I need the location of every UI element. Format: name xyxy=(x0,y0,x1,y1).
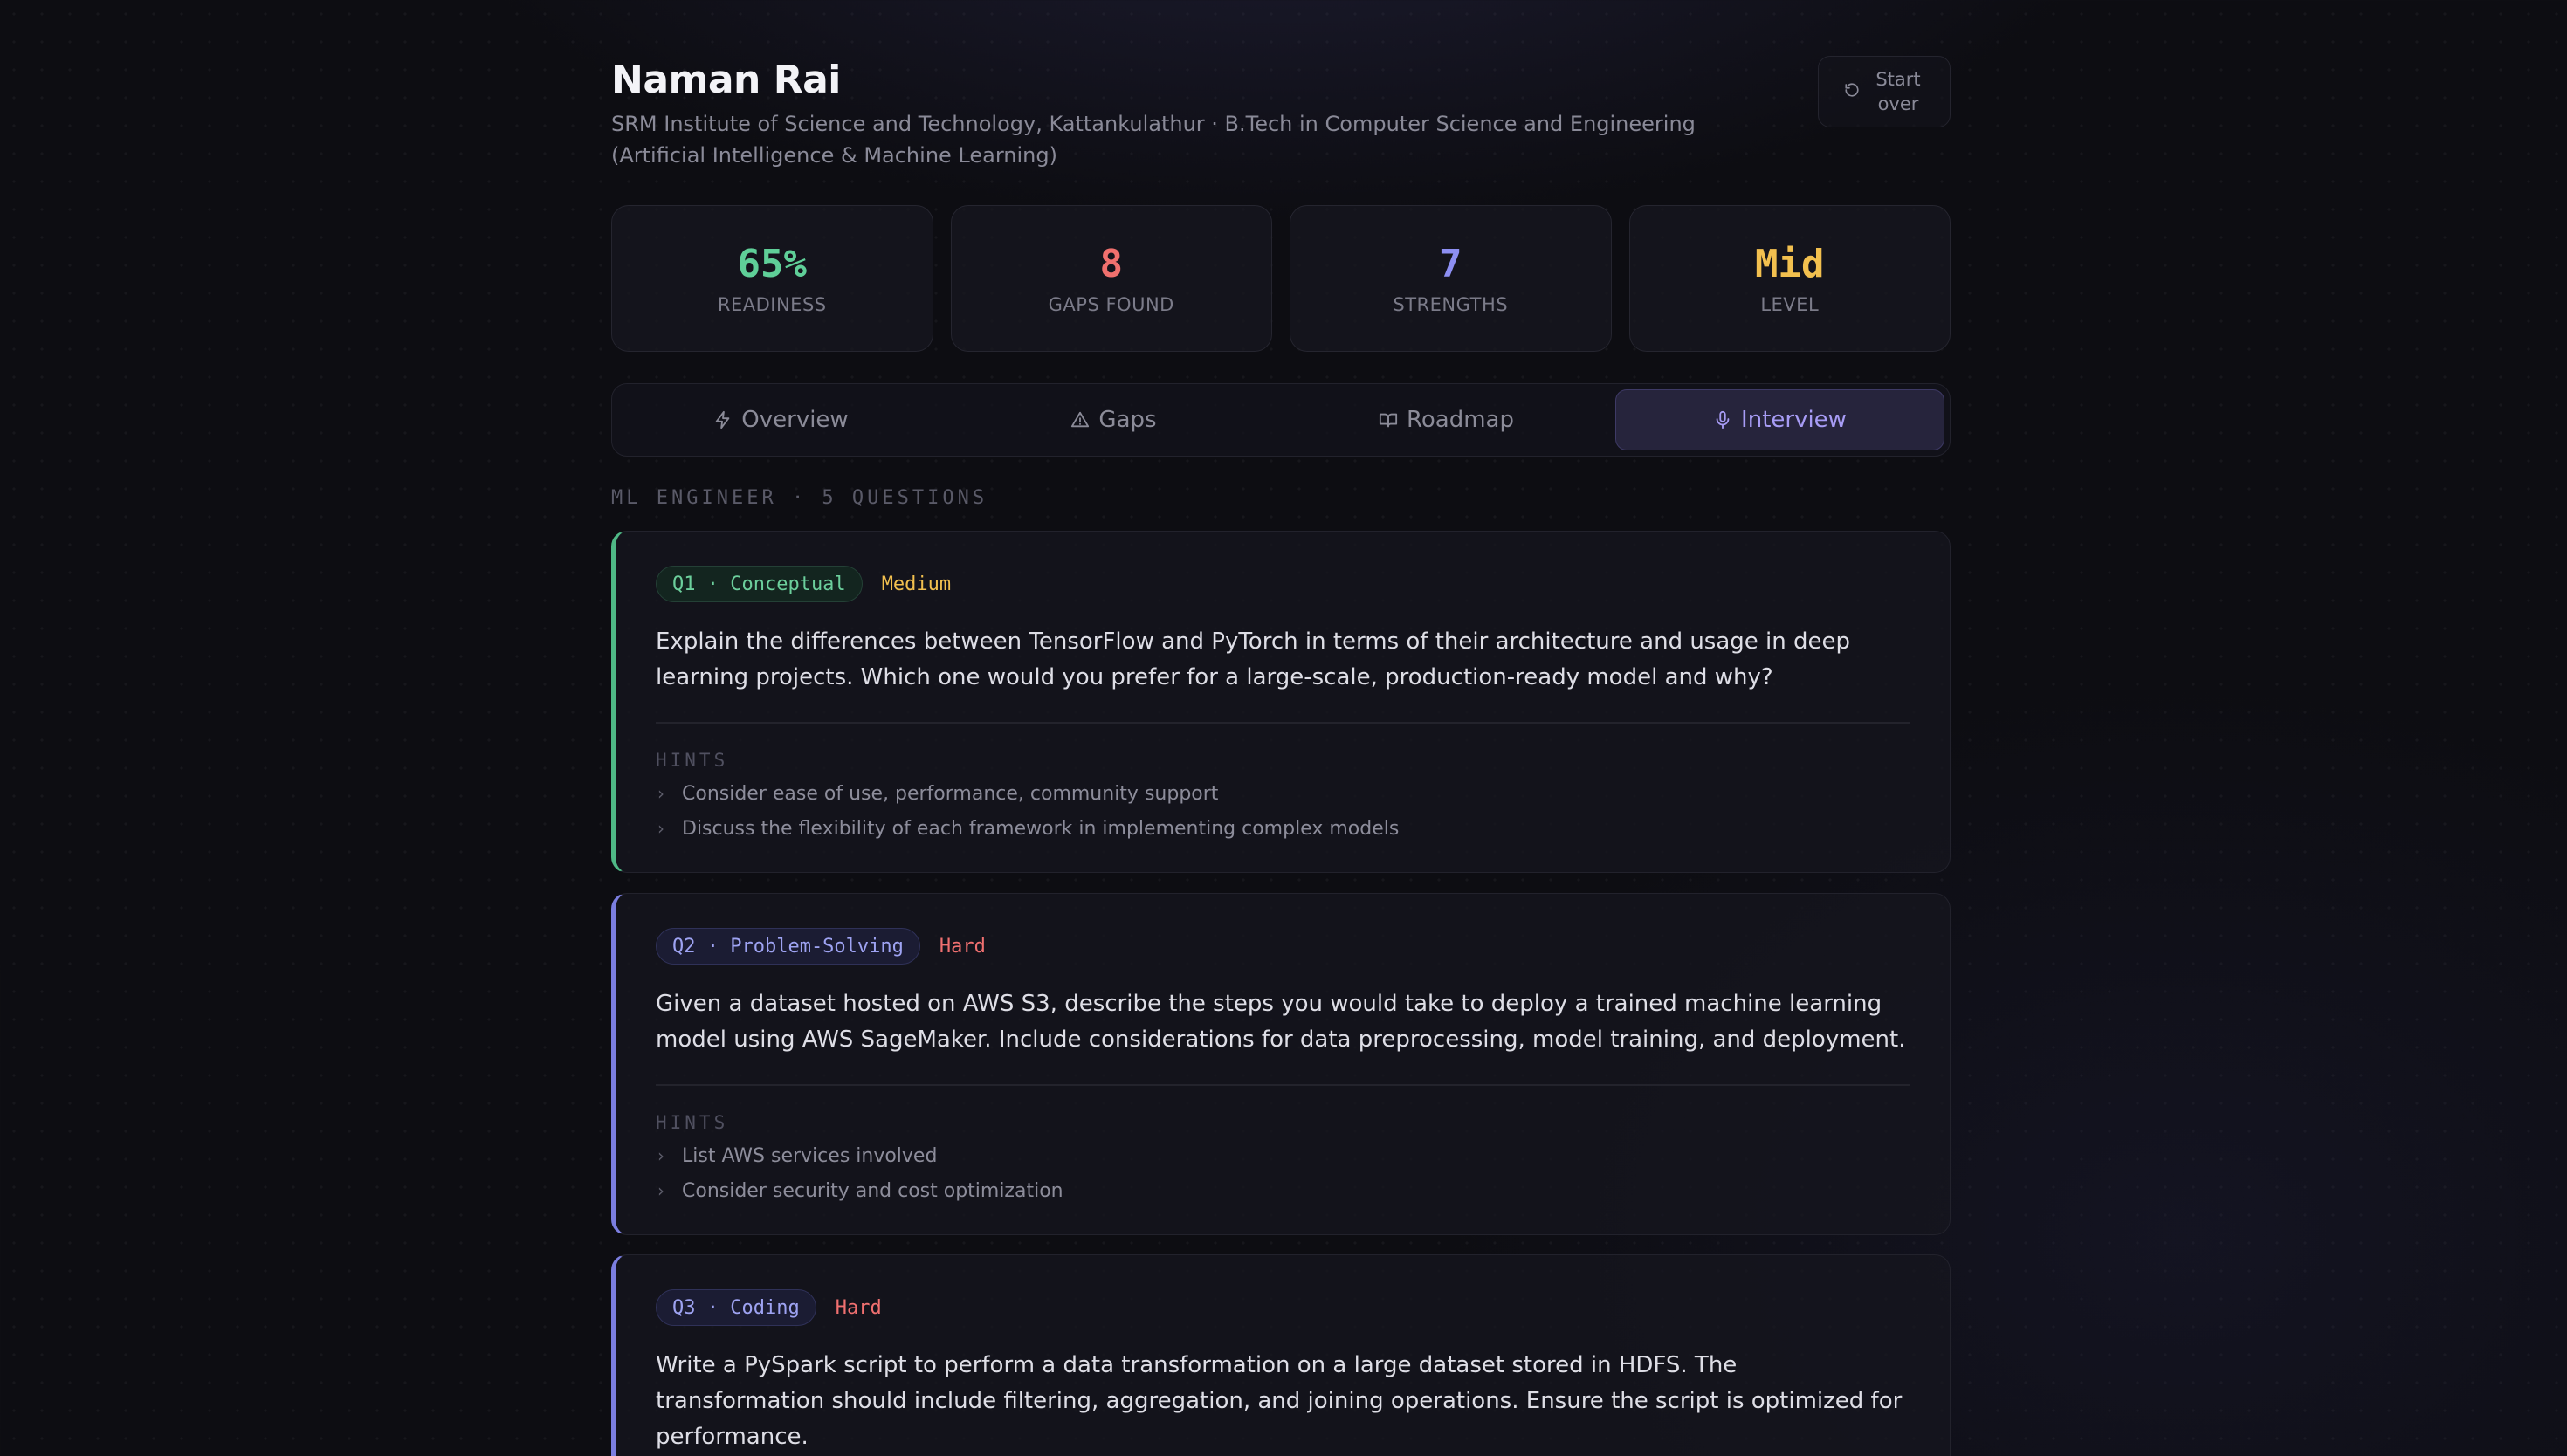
profile-header: Naman Rai SRM Institute of Science and T… xyxy=(611,0,1951,206)
tab-bar: Overview Gaps Roadmap Interview xyxy=(611,383,1951,457)
rotate-ccw-icon xyxy=(1844,79,1860,104)
hint-text: Consider security and cost optimization xyxy=(682,1179,1063,1202)
book-open-icon xyxy=(1379,410,1398,429)
question-card: Q1 · Conceptual Medium Explain the diffe… xyxy=(611,531,1951,873)
tab-label: Roadmap xyxy=(1406,407,1514,433)
divider xyxy=(656,1084,1910,1086)
question-card: Q3 · Coding Hard Write a PySpark script … xyxy=(611,1254,1951,1456)
stat-value: 65% xyxy=(737,242,807,286)
divider xyxy=(656,722,1910,724)
stat-gaps-found: 8 GAPS FOUND xyxy=(950,205,1272,352)
question-text: Write a PySpark script to perform a data… xyxy=(656,1352,1903,1450)
hints-label: HINTS xyxy=(656,749,729,771)
start-over-label: Start over xyxy=(1875,69,1921,114)
difficulty-label: Hard xyxy=(835,1296,882,1319)
question-card: Q2 · Problem-Solving Hard Given a datase… xyxy=(611,893,1951,1235)
lightning-icon xyxy=(713,410,733,429)
chevron-right-icon: › xyxy=(657,782,664,804)
stats-row: 65% READINESS 8 GAPS FOUND 7 STRENGTHS M… xyxy=(611,205,1951,352)
hint-item: › List AWS services involved xyxy=(656,1144,1910,1168)
chevron-right-icon: › xyxy=(657,1144,664,1166)
difficulty-label: Hard xyxy=(939,935,986,958)
tab-gaps[interactable]: Gaps xyxy=(950,389,1277,450)
hint-item: › Consider security and cost optimizatio… xyxy=(656,1179,1910,1203)
question-text: Given a dataset hosted on AWS S3, descri… xyxy=(656,991,1906,1053)
chevron-right-icon: › xyxy=(657,817,664,839)
hint-item: › Consider ease of use, performance, com… xyxy=(656,782,1910,806)
question-tags: Q2 · Problem-Solving Hard xyxy=(656,927,1910,965)
stat-label: LEVEL xyxy=(1760,294,1820,315)
microphone-icon xyxy=(1713,410,1732,429)
stat-value: Mid xyxy=(1755,242,1825,286)
hint-item: › Discuss the flexibility of each framew… xyxy=(656,817,1910,841)
stat-label: STRENGTHS xyxy=(1393,294,1509,315)
section-label: ML ENGINEER · 5 QUESTIONS xyxy=(611,487,988,509)
hint-text: Consider ease of use, performance, commu… xyxy=(682,782,1219,805)
question-tags: Q3 · Coding Hard xyxy=(656,1288,1910,1327)
stat-label: READINESS xyxy=(717,294,827,315)
tab-label: Overview xyxy=(741,407,849,433)
candidate-subtitle: SRM Institute of Science and Technology,… xyxy=(611,112,1696,168)
tab-roadmap[interactable]: Roadmap xyxy=(1283,389,1610,450)
chevron-right-icon: › xyxy=(657,1179,664,1201)
hints-label: HINTS xyxy=(656,1111,729,1133)
start-over-button[interactable]: Start over xyxy=(1818,56,1951,127)
question-badge: Q2 · Problem-Solving xyxy=(656,928,920,965)
difficulty-label: Medium xyxy=(881,573,952,595)
stat-readiness: 65% READINESS xyxy=(611,205,933,352)
stat-strengths: 7 STRENGTHS xyxy=(1290,205,1612,352)
question-badge: Q1 · Conceptual xyxy=(656,566,863,602)
tab-label: Interview xyxy=(1741,407,1847,433)
question-text: Explain the differences between TensorFl… xyxy=(656,628,1851,690)
question-tags: Q1 · Conceptual Medium xyxy=(656,565,1910,603)
stat-value: 8 xyxy=(1099,242,1124,286)
tab-interview[interactable]: Interview xyxy=(1615,389,1944,450)
candidate-name: Naman Rai xyxy=(611,58,841,102)
hint-text: List AWS services involved xyxy=(682,1144,938,1167)
tab-label: Gaps xyxy=(1098,407,1157,433)
stat-level: Mid LEVEL xyxy=(1628,205,1951,352)
stat-label: GAPS FOUND xyxy=(1048,294,1174,315)
tab-overview[interactable]: Overview xyxy=(617,389,945,450)
hint-text: Discuss the flexibility of each framewor… xyxy=(682,817,1400,840)
main-container: Naman Rai SRM Institute of Science and T… xyxy=(611,0,1951,1456)
stat-value: 7 xyxy=(1439,242,1462,286)
question-badge: Q3 · Coding xyxy=(656,1289,816,1326)
warning-triangle-icon xyxy=(1070,410,1090,429)
